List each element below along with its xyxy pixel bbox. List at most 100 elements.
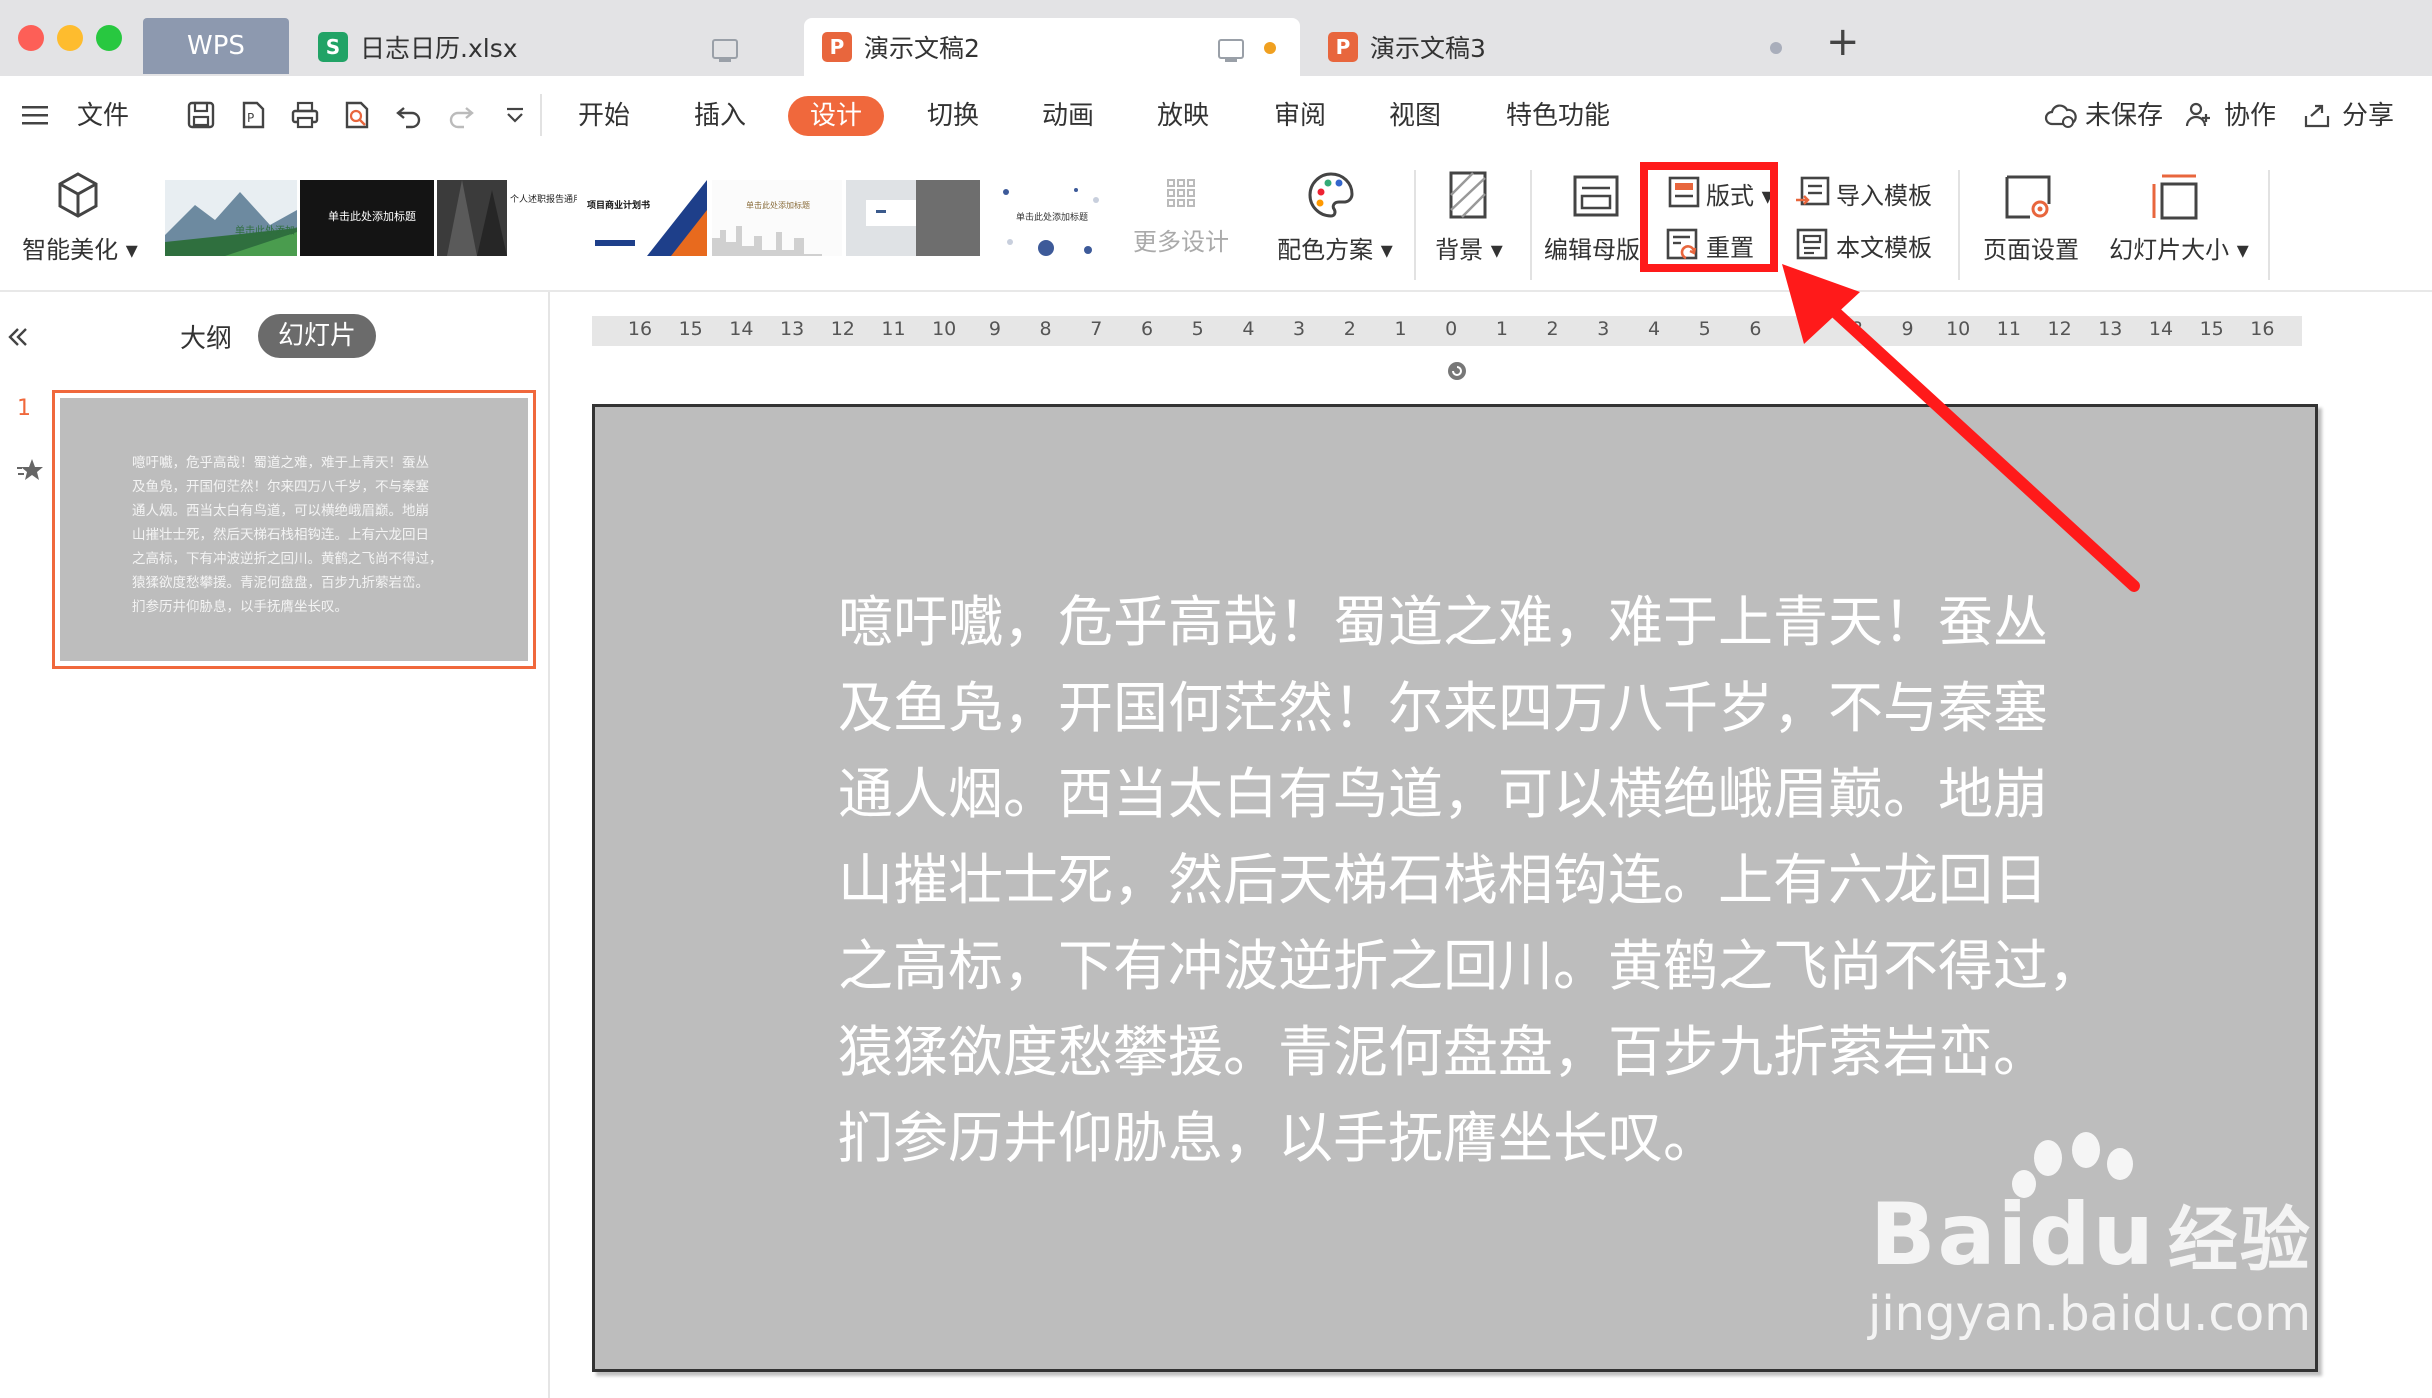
slide-thumbnail-text: 噫吁嚱，危乎高哉！蜀道之难，难于上青天！蚕丛 及鱼凫，开国何茫然！尔来四万八千岁… (132, 451, 452, 619)
slide-text-line: 猿猱欲度愁攀援。青泥何盘盘，百步九折萦岩峦。 (838, 1020, 2049, 1084)
ruler-tick-label: 4 (1647, 318, 1661, 340)
thumb-line: 通人烟。西当太白有鸟道，可以横绝峨眉巅。地崩 (132, 503, 429, 519)
background-button[interactable]: 背景 ▾ (1424, 230, 1514, 265)
zoom-window-button[interactable] (96, 25, 122, 51)
export-pdf-icon[interactable]: P (238, 100, 268, 130)
this-template-button[interactable]: 本文模板 (1836, 228, 1932, 263)
ruler-tick-label: 15 (2199, 318, 2224, 340)
slide-text-line: 及鱼凫，开国何茫然！尔来四万八千岁，不与秦塞 (838, 676, 2049, 740)
watermark-url: jingyan.baidu.com (1868, 1286, 2311, 1342)
ruler-tick-label: 16 (2250, 318, 2275, 340)
ruler-tick-label: 16 (627, 318, 653, 340)
slide-thumbnail-1[interactable]: 噫吁嚱，危乎高哉！蜀道之难，难于上青天！蚕丛 及鱼凫，开国何茫然！尔来四万八千岁… (52, 390, 536, 669)
slide-text-box[interactable]: 噫吁嚱，危乎高哉！蜀道之难，难于上青天！蚕丛 及鱼凫，开国何茫然！尔来四万八千岁… (838, 579, 2108, 1181)
red-arrow-annotation (1782, 264, 2140, 592)
ruler-tick-label: 12 (830, 318, 855, 340)
ruler-tick-label: 2 (1343, 318, 1356, 340)
theme-title: 单击此处添加标题 (328, 210, 416, 223)
tab-wps-home[interactable]: WPS (143, 18, 289, 74)
smart-beautify-label: 智能美化 (22, 236, 119, 264)
ruler-tick-label: 1 (1394, 318, 1407, 340)
minimize-window-button[interactable] (57, 25, 83, 51)
undo-icon[interactable] (394, 100, 424, 130)
ruler-tick-label: 5 (1191, 318, 1204, 340)
menu-file[interactable]: 文件 (77, 96, 129, 136)
ruler-tick-label: 15 (678, 318, 703, 340)
close-window-button[interactable] (18, 25, 44, 51)
color-scheme-label: 配色方案 (1277, 236, 1374, 264)
thumb-line: 猿猱欲度愁攀援。青泥何盘盘，百步九折萦岩峦。 (132, 575, 429, 591)
slide-text-line: 山摧壮士死，然后天梯石栈相钩连。上有六龙回日 (838, 848, 2049, 912)
monitor-icon (1218, 39, 1244, 62)
tab-label: 演示文稿3 (1370, 34, 1486, 63)
cloud-icon (2044, 104, 2077, 128)
customize-toolbar-icon[interactable] (500, 100, 530, 130)
spreadsheet-icon: S (318, 32, 348, 62)
smart-beautify-button[interactable]: 智能美化 ▾ (20, 230, 140, 265)
background-icon (1449, 171, 1487, 219)
print-icon[interactable] (290, 100, 320, 130)
watermark-brand-text: Baidu (1870, 1185, 2156, 1285)
palette-icon (1308, 172, 1354, 218)
thumb-line: 及鱼凫，开国何茫然！尔来四万八千岁，不与秦塞 (132, 479, 429, 495)
outline-tab[interactable]: 大纲 (180, 318, 232, 355)
print-preview-icon[interactable] (342, 100, 372, 130)
menu-animation[interactable]: 动画 (1042, 96, 1094, 136)
tab-presentation-3[interactable]: P 演示文稿3 (1310, 18, 1790, 76)
redo-icon[interactable] (446, 100, 476, 130)
ruler-tick-label: 10 (932, 318, 957, 340)
color-scheme-button[interactable]: 配色方案 ▾ (1270, 230, 1400, 265)
theme-thumbnail[interactable]: 项目商业计划书 (581, 180, 707, 256)
edit-master-button[interactable]: 编辑母版 (1544, 230, 1652, 265)
page-setup-icon (2005, 175, 2051, 219)
ruler-tick-label: 3 (1597, 318, 1610, 340)
ruler-tick-label: 0 (1445, 318, 1458, 340)
edit-master-icon (1573, 175, 1619, 217)
theme-thumbnail[interactable]: 单击此处添加标题 (986, 180, 1118, 256)
menu-design[interactable]: 设计 (788, 96, 885, 136)
slide-text-line: 之高标，下有冲波逆折之回川。黄鹤之飞尚不得过， (838, 934, 2104, 998)
menu-slideshow[interactable]: 放映 (1157, 96, 1209, 136)
theme-thumbnail[interactable]: 单击此处添加标题 (300, 180, 434, 256)
unsaved-status[interactable]: 未保存 (2085, 96, 2163, 136)
theme-title: 个人述职报告通用 (510, 195, 577, 205)
slide-thumbnail-canvas: 噫吁嚱，危乎高哉！蜀道之难，难于上青天！蚕丛 及鱼凫，开国何茫然！尔来四万八千岁… (60, 398, 528, 661)
grid-icon (1167, 179, 1195, 207)
ruler-tick-label: 5 (1698, 318, 1711, 340)
theme-thumbnail[interactable]: 单击此处添加标题 (712, 180, 842, 256)
menu-special-features[interactable]: 特色功能 (1506, 96, 1610, 136)
ruler-tick-label: 7 (1090, 318, 1103, 340)
save-icon[interactable] (186, 100, 216, 130)
presentation-icon: P (822, 32, 852, 62)
import-template-icon (1796, 176, 1830, 206)
collaborate-button[interactable]: 协作 (2224, 96, 2276, 136)
share-button[interactable]: 分享 (2342, 96, 2394, 136)
presentation-icon: P (1328, 32, 1358, 62)
slides-tab[interactable]: 幻灯片 (258, 314, 377, 358)
more-designs-button[interactable]: 更多设计 (1126, 222, 1236, 257)
thumb-line: 噫吁嚱，危乎高哉！蜀道之难，难于上青天！蚕丛 (132, 455, 429, 471)
collapse-panel-icon[interactable] (6, 326, 30, 348)
import-template-button[interactable]: 导入模板 (1836, 176, 1932, 211)
hamburger-menu-icon[interactable] (20, 100, 50, 130)
new-tab-button[interactable]: + (1826, 22, 1860, 62)
menu-review[interactable]: 审阅 (1274, 96, 1326, 136)
ruler-tick-label: 3 (1293, 318, 1306, 340)
this-template-icon (1796, 228, 1828, 260)
ruler-tick-label: 11 (881, 318, 906, 340)
menu-insert[interactable]: 插入 (694, 96, 746, 136)
tab-xlsx[interactable]: S 日志日历.xlsx (310, 18, 750, 76)
theme-thumbnail[interactable] (846, 180, 980, 256)
ruler-tick-label: 4 (1242, 318, 1255, 340)
theme-business-image (595, 180, 707, 256)
theme-thumbnail[interactable]: 单击此处添加标题 (165, 180, 297, 256)
menu-start[interactable]: 开始 (578, 96, 630, 136)
menu-transition[interactable]: 切换 (927, 96, 979, 136)
theme-title: 单击此处添加标题 (746, 201, 810, 210)
theme-gray-image (846, 180, 980, 256)
rotate-handle-icon[interactable] (1446, 360, 1468, 382)
theme-title: 单击此处添加标题 (1016, 213, 1089, 223)
menu-view[interactable]: 视图 (1389, 96, 1441, 136)
theme-thumbnail[interactable]: 个人述职报告通用 (437, 180, 577, 256)
thumb-line: 山摧壮士死，然后天梯石栈相钩连。上有六龙回日 (132, 527, 429, 543)
